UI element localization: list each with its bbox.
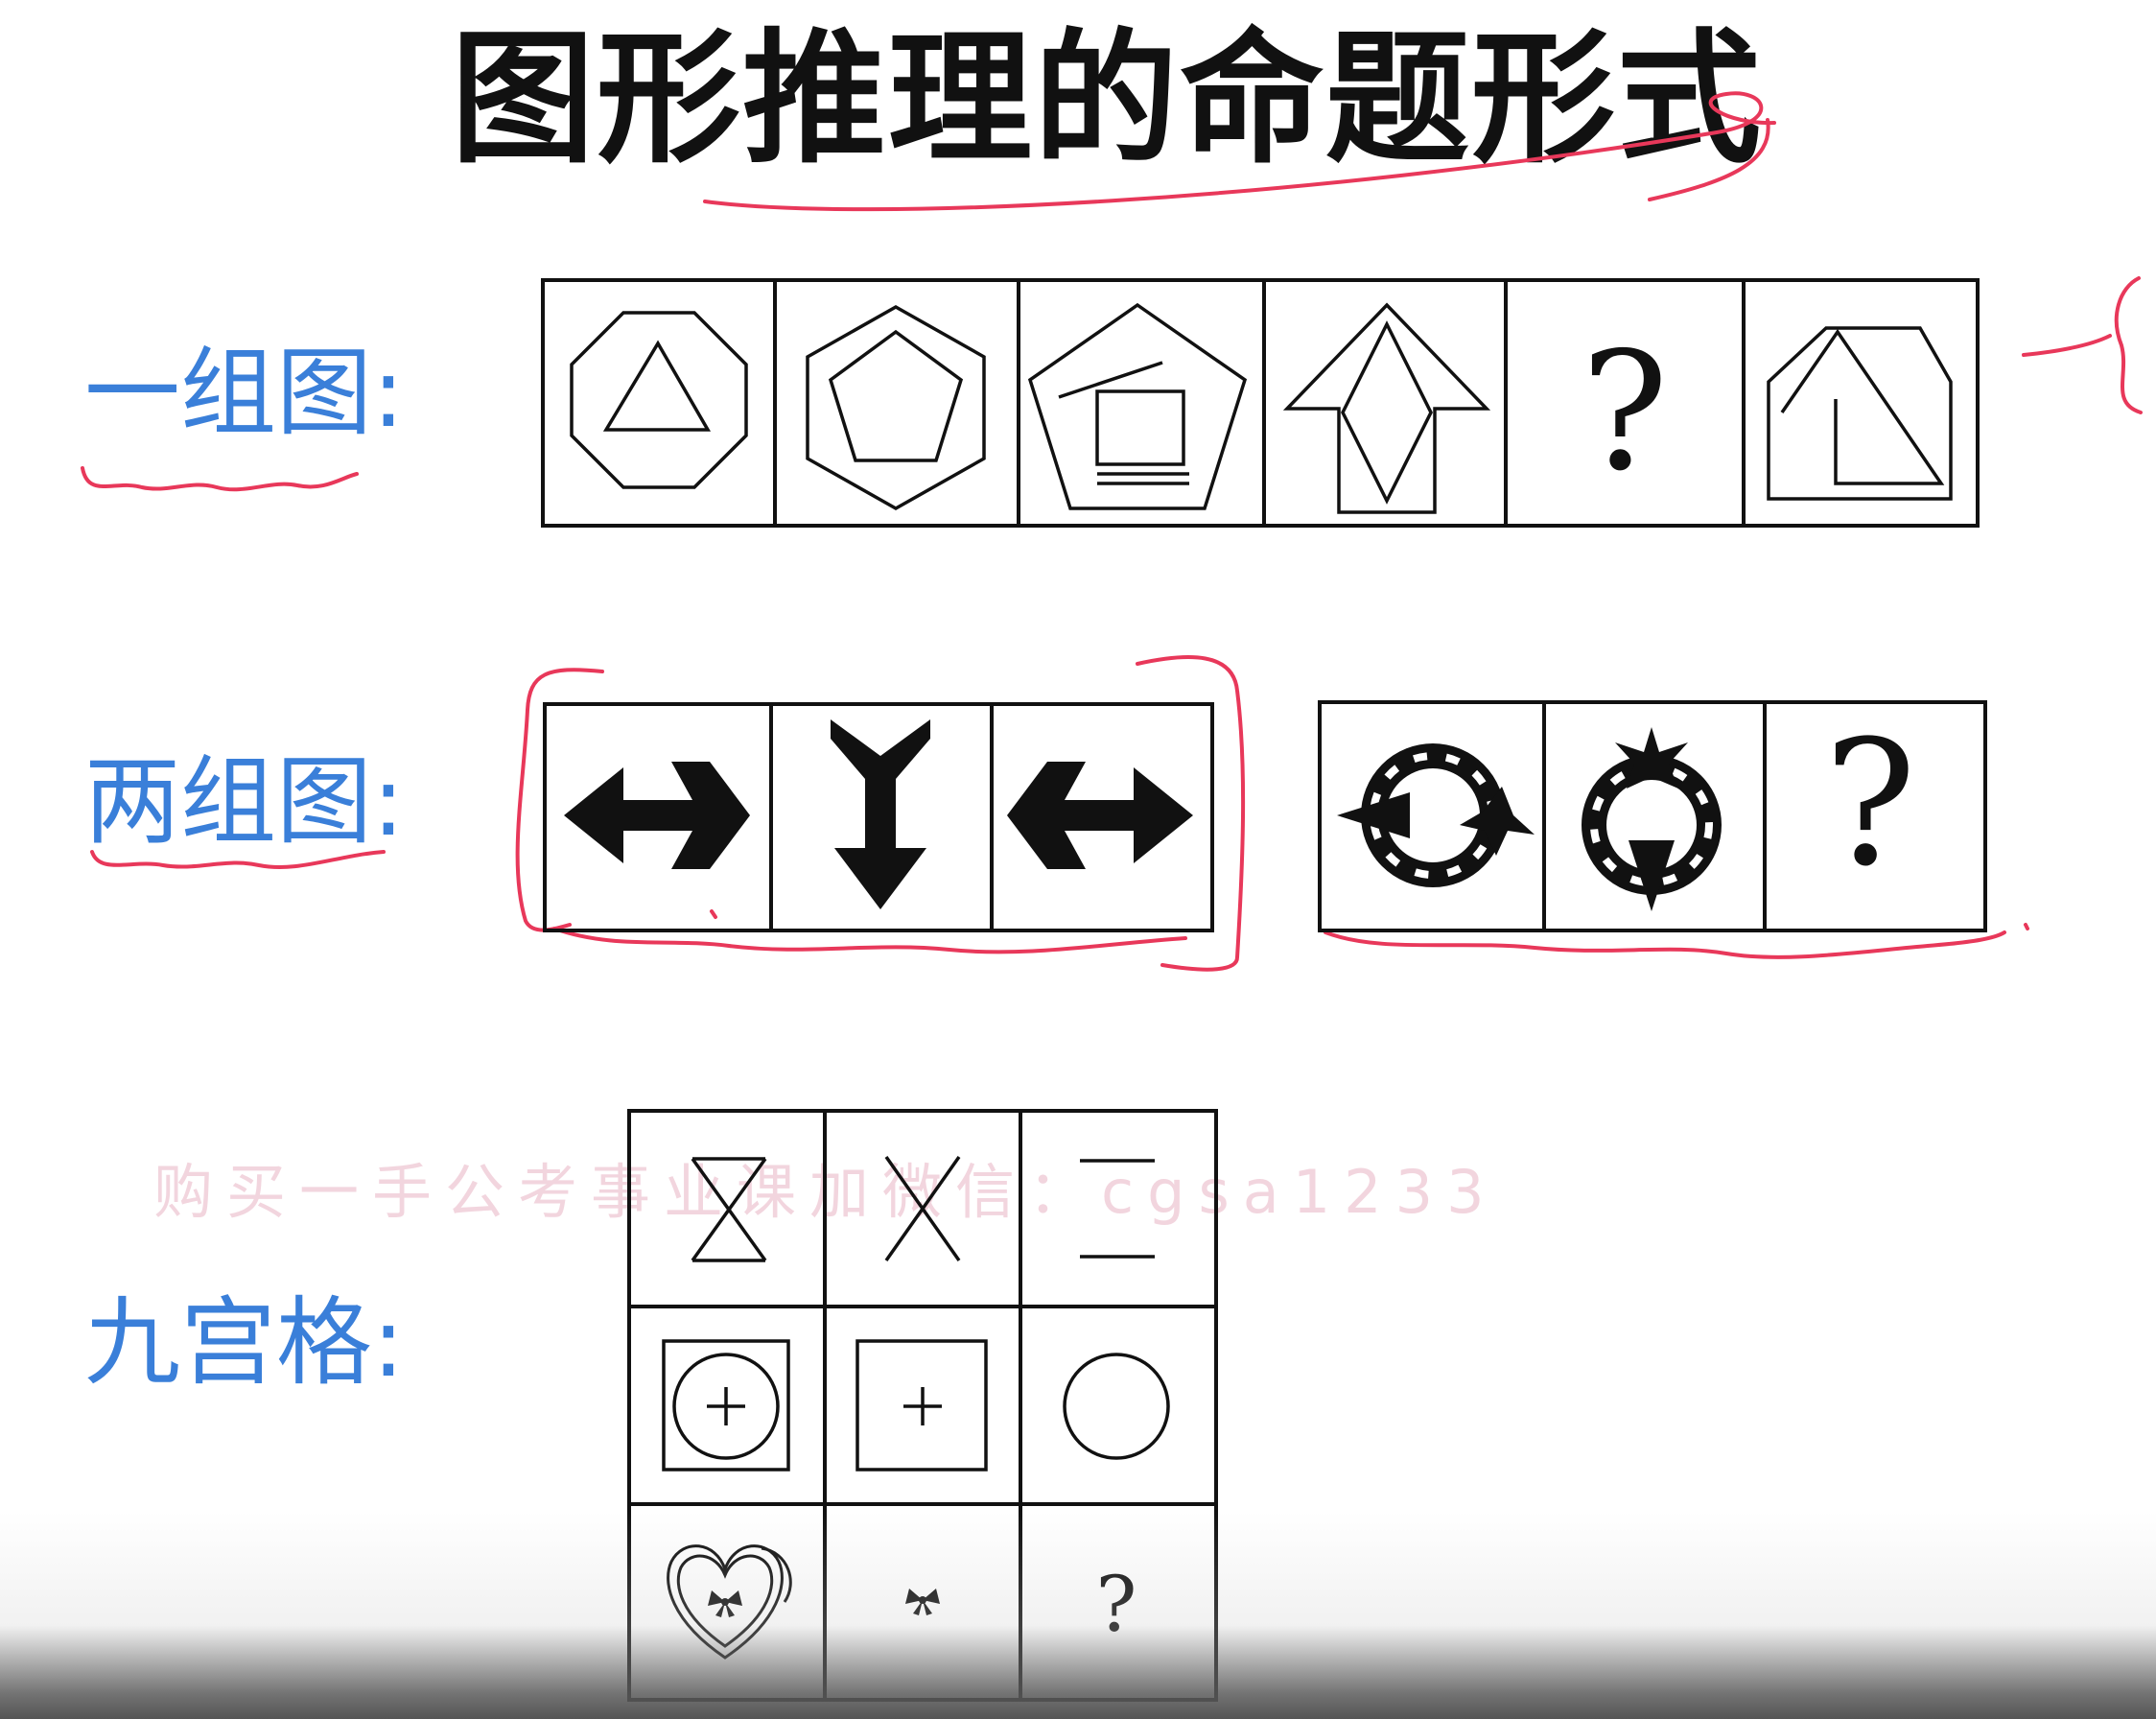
one-group-panel bbox=[541, 278, 1980, 528]
annotation-title-underline bbox=[703, 91, 1776, 212]
question-mark-two-groups: ? bbox=[1824, 704, 1917, 905]
arrow-down-forked-icon bbox=[831, 719, 930, 909]
x-cross-icon bbox=[884, 1155, 961, 1262]
figures-canvas: ? ? ? bbox=[81, 91, 2143, 1702]
arrow-right-forked-icon bbox=[1007, 762, 1193, 869]
question-mark-nine-grid: ? bbox=[1096, 1560, 1137, 1649]
arrow-with-diamond-icon bbox=[1282, 302, 1491, 514]
dashed-circle-with-star-icon bbox=[1582, 727, 1722, 911]
double-line-icon bbox=[1080, 1159, 1155, 1259]
pentagon-with-square-icon bbox=[1027, 302, 1248, 510]
annotation-two-groups-underline bbox=[90, 850, 386, 870]
question-mark-one-group: ? bbox=[1581, 318, 1668, 507]
annotation-one-group-underline bbox=[81, 276, 2143, 492]
bow-icon bbox=[905, 1589, 940, 1615]
circle-plus-in-square-icon bbox=[662, 1339, 790, 1472]
plus-in-square-icon bbox=[855, 1339, 988, 1472]
circle-icon bbox=[1063, 1353, 1170, 1460]
dashed-circle-with-star-icon bbox=[1337, 743, 1535, 887]
hourglass-icon bbox=[691, 1157, 767, 1262]
octagon-with-triangle-icon bbox=[570, 311, 748, 489]
hexagon-with-pentagon-icon bbox=[806, 304, 986, 511]
arrow-left-forked-icon bbox=[564, 762, 750, 869]
house-with-trapezoid-icon bbox=[1767, 326, 1953, 501]
heart-with-bow-icon bbox=[667, 1544, 792, 1660]
